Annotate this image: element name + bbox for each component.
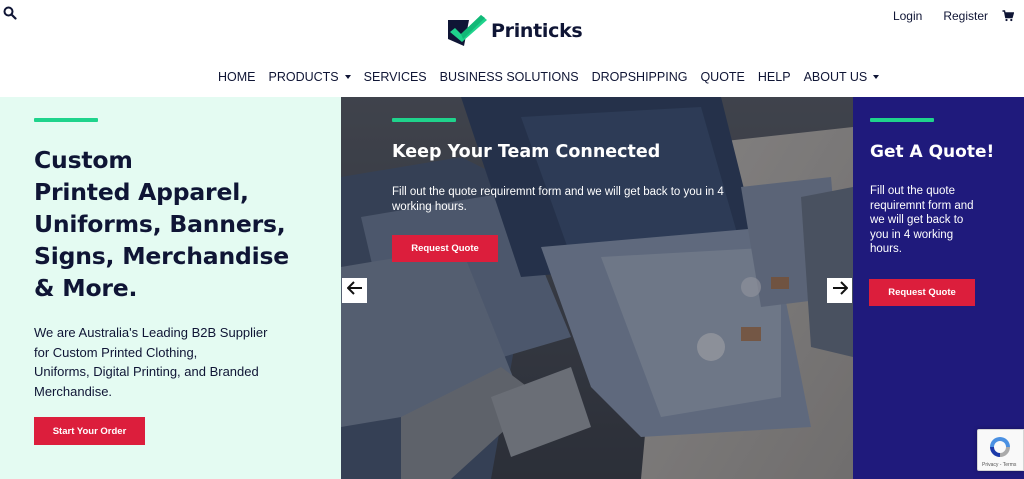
arrow-right-icon [832,281,848,300]
hero-description: We are Australia's Leading B2B Supplier … [34,325,268,399]
nav-item-business-solutions[interactable]: BUSINESS SOLUTIONS [440,70,579,84]
quote-title: Get A Quote! [870,142,995,162]
accent-bar [34,118,98,122]
hero-panel: Custom Printed Apparel, Uniforms, Banner… [0,97,341,479]
recaptcha-icon [987,434,1013,465]
logo-mark-icon [447,12,487,50]
quote-panel: Get A Quote! Fill out the quote requirem… [853,97,1024,479]
quote-description: Fill out the quote requiremnt form and w… [870,185,974,255]
account-links: Login Register [893,9,1015,23]
login-link[interactable]: Login [893,9,922,23]
register-link[interactable]: Register [943,9,988,23]
nav-item-home[interactable]: HOME [218,70,256,84]
nav-item-about-us[interactable]: ABOUT US [804,70,880,84]
accent-bar [392,118,456,122]
nav-item-help[interactable]: HELP [758,70,791,84]
start-order-button[interactable]: Start Your Order [34,417,145,445]
recaptcha-badge[interactable]: Privacy - Terms [977,429,1024,471]
nav-item-quote[interactable]: QUOTE [700,70,744,84]
recaptcha-footer[interactable]: Privacy - Terms [982,462,1016,468]
accent-bar [870,118,934,122]
slide-title: Keep Your Team Connected [392,142,661,162]
quote-request-button[interactable]: Request Quote [869,279,975,306]
hero-title: Custom Printed Apparel, Uniforms, Banner… [34,146,289,302]
chevron-down-icon [873,75,880,79]
logo-text: Printicks [491,20,583,42]
slider-next-button[interactable] [827,278,852,303]
nav-item-products[interactable]: PRODUCTS [269,70,351,84]
hero-slider: Keep Your Team Connected Fill out the qu… [341,97,853,479]
slide-request-quote-button[interactable]: Request Quote [392,235,498,262]
logo[interactable]: Printicks [447,12,583,50]
cart-icon[interactable] [1002,10,1015,22]
arrow-left-icon [346,281,363,300]
nav-item-services[interactable]: SERVICES [364,70,427,84]
chevron-down-icon [344,75,351,79]
main-nav: HOME PRODUCTS SERVICES BUSINESS SOLUTION… [218,70,892,84]
nav-item-dropshipping[interactable]: DROPSHIPPING [592,70,688,84]
slider-prev-button[interactable] [342,278,367,303]
site-header: Printicks Login Register HOME PRODUCTS S… [0,0,1024,97]
search-icon[interactable] [3,6,17,20]
slide-description: Fill out the quote requiremnt form and w… [392,186,724,213]
